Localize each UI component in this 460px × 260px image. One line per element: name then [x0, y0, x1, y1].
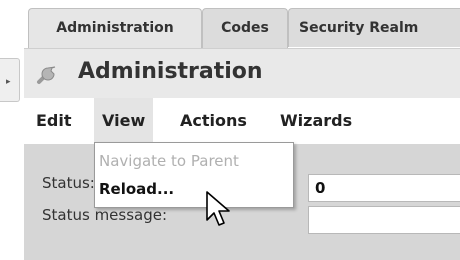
page-header: Administration [24, 48, 460, 99]
status-label: Status: [42, 174, 95, 192]
tab-administration[interactable]: Administration [28, 8, 202, 48]
menu-item-navigate-to-parent: Navigate to Parent [99, 152, 239, 170]
menu-view[interactable]: View [94, 98, 154, 144]
menu-actions[interactable]: Actions [178, 98, 249, 144]
menu-item-reload[interactable]: Reload... [95, 175, 293, 203]
chevron-right-icon: ▸ [6, 77, 11, 87]
menu-bar: Edit View Actions Wizards [24, 98, 460, 144]
status-message-field [308, 206, 460, 234]
side-panel-toggle[interactable]: ▸ [0, 58, 20, 102]
mouse-pointer-icon [206, 191, 230, 226]
menu-wizards[interactable]: Wizards [278, 98, 354, 144]
status-field: 0 [308, 174, 460, 202]
status-message-label: Status message: [42, 206, 168, 224]
wrench-icon [37, 66, 56, 84]
page-title: Administration [78, 59, 263, 84]
tab-security-realm[interactable]: Security Realm [288, 8, 460, 47]
menu-edit[interactable]: Edit [34, 98, 74, 144]
tab-codes[interactable]: Codes [202, 8, 288, 48]
view-menu-dropdown: Navigate to Parent Reload... [94, 142, 294, 208]
